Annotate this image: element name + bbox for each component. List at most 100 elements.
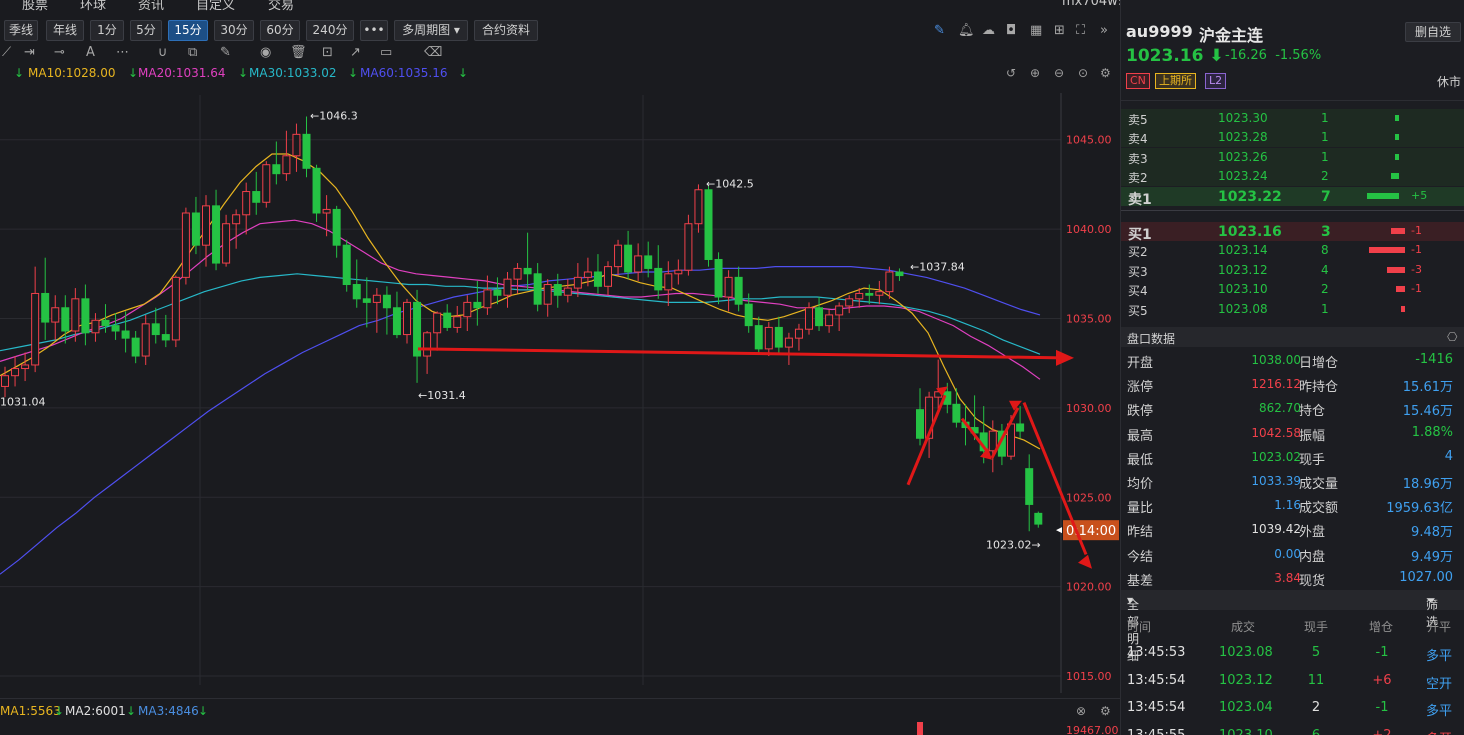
arrow-down-icon: ↓ [198, 704, 209, 718]
trade-row[interactable]: 13:45:53 1023.08 5 -1 多平 [1121, 640, 1464, 667]
bell-icon[interactable]: 🔔︎ [958, 24, 975, 38]
candle-body [1, 375, 9, 387]
bid-row[interactable]: 买5 1023.08 1 [1121, 300, 1464, 319]
menu-global[interactable]: 环球 [80, 0, 106, 12]
stat-value: 1023.02 [1251, 449, 1301, 464]
layout-icon[interactable]: ▦ [1030, 24, 1042, 38]
period-30m-button[interactable]: 30分 [214, 20, 254, 41]
ask-row[interactable]: 卖2 1023.24 2 [1121, 167, 1464, 187]
zoom-in-icon[interactable]: ⊕ [1030, 66, 1040, 80]
text-tool-icon[interactable]: A [86, 46, 95, 60]
candle-body [573, 276, 582, 289]
trades-title[interactable]: 全部明细 ▾ [1127, 593, 1139, 663]
period-year-button[interactable]: 年线 [46, 20, 84, 41]
bid-price: 1023.16 [1218, 224, 1282, 240]
settings-icon[interactable]: ⚙ [1100, 704, 1111, 718]
cloud-icon[interactable]: ☁ [982, 24, 995, 38]
y-axis-tick: 1020.00 [1066, 581, 1112, 594]
stat-label: 内盘 [1299, 549, 1326, 565]
ask-price: 1023.30 [1218, 111, 1268, 125]
candle-body [332, 208, 341, 246]
bid-row[interactable]: 买4 1023.10 2 -1 [1121, 280, 1464, 299]
candle-body [463, 301, 472, 318]
ask-volume: 1 [1321, 130, 1329, 145]
stat-label: 外盘 [1299, 525, 1326, 541]
candle-body [513, 267, 522, 280]
camera-icon[interactable]: ◘ [1006, 24, 1016, 38]
trash-icon[interactable]: 🗑︎ [290, 46, 307, 60]
bid-row[interactable]: 买1 1023.16 3 -1 [1121, 222, 1464, 243]
stat-row: 涨停 1216.12 昨持仓 15.61万 [1121, 373, 1464, 397]
multi-period-button[interactable]: 多周期图 ▾ [394, 20, 468, 41]
candle-body [855, 292, 864, 300]
ask-depth-bar [1395, 115, 1399, 121]
eraser-icon[interactable]: ⌫ [424, 46, 442, 60]
more-button[interactable]: ••• [360, 20, 388, 41]
menu-custom[interactable]: 自定义 [196, 0, 235, 12]
divider [1121, 100, 1464, 101]
period-15m-button[interactable]: 15分 [168, 20, 208, 41]
menu-stocks[interactable]: 股票 [22, 0, 48, 12]
trade-row[interactable]: 13:45:54 1023.12 11 +6 空开 [1121, 668, 1464, 695]
bid-row[interactable]: 买3 1023.12 4 -3 [1121, 261, 1464, 280]
candle-body [453, 316, 462, 328]
stat-value: 1042.58 [1251, 425, 1301, 440]
pen-icon[interactable]: ✎ [934, 24, 945, 38]
comment-icon[interactable]: ▭ [380, 46, 392, 60]
period-5m-button[interactable]: 5分 [130, 20, 162, 41]
period-season-button[interactable]: 季线 [4, 20, 38, 41]
undo-icon[interactable]: ↺ [1006, 66, 1016, 80]
trade-type: 多平 [1426, 649, 1453, 664]
stat-label: 日增仓 [1299, 356, 1339, 371]
edit-icon[interactable]: ✎ [220, 46, 231, 60]
ask-row[interactable]: 卖3 1023.26 1 [1121, 147, 1464, 167]
share-icon[interactable]: ↗ [350, 46, 361, 60]
fib-tool-icon[interactable]: ⊸ [54, 46, 65, 60]
more-tools-icon[interactable]: ⋯ [116, 46, 129, 60]
candle-body [212, 205, 221, 264]
grid-icon[interactable]: ⊞ [1054, 24, 1065, 38]
period-60m-button[interactable]: 60分 [260, 20, 300, 41]
ask-row[interactable]: 卖1 1023.22 7 +5 [1121, 186, 1464, 208]
user-name[interactable]: mx704w9vq19 [1062, 0, 1120, 9]
fullscreen-icon[interactable]: ⛶ [1076, 24, 1085, 38]
ask-row[interactable]: 卖4 1023.28 1 [1121, 128, 1464, 148]
kline-chart[interactable]: 1045.00 1040.00 1035.00 1030.00 1025.00 1020.… [0, 93, 1120, 693]
ray-tool-icon[interactable]: ⇥ [24, 46, 35, 60]
magnet-icon[interactable]: ∪ [158, 46, 168, 60]
copy-icon[interactable]: ⧉ [188, 46, 197, 60]
candle-body [372, 294, 381, 303]
trade-row[interactable]: 13:45:54 1023.04 2 -1 多平 [1121, 695, 1464, 722]
trade-row[interactable]: 13:45:55 1023.10 6 +2 多开 [1121, 723, 1464, 735]
period-1m-button[interactable]: 1分 [90, 20, 124, 41]
menu-news[interactable]: 资讯 [138, 0, 164, 12]
measure-icon[interactable]: ⊡ [322, 46, 333, 60]
settings-icon[interactable]: ⎔ [1447, 330, 1457, 344]
contract-info-button[interactable]: 合约资料 [474, 20, 538, 41]
eye-icon[interactable]: ◉ [260, 46, 271, 60]
candle-body [593, 271, 602, 287]
close-icon[interactable]: ⊗ [1076, 704, 1086, 718]
candle-body [51, 307, 60, 323]
zoom-out-icon[interactable]: ⊖ [1054, 66, 1064, 80]
market-status: 休市 [1437, 75, 1462, 89]
ask-price: 1023.28 [1218, 130, 1268, 145]
ask-change: +5 [1411, 188, 1428, 202]
period-240m-button[interactable]: 240分 [306, 20, 354, 41]
collapse-icon[interactable]: » [1100, 24, 1108, 38]
ask-price: 1023.26 [1218, 149, 1268, 164]
ask-row[interactable]: 卖5 1023.30 1 [1121, 109, 1464, 128]
remove-watchlist-button[interactable]: 删自选 [1405, 22, 1461, 42]
candle-body [423, 332, 432, 357]
menu-trade[interactable]: 交易 [268, 0, 294, 12]
settings-icon[interactable]: ⚙ [1100, 66, 1111, 80]
candle-body [312, 167, 321, 214]
stat-value: 1.16 [1274, 498, 1301, 513]
reset-icon[interactable]: ⊙ [1078, 66, 1088, 80]
stat-label: 最高 [1127, 428, 1154, 444]
candle-body [875, 291, 884, 296]
bid-row[interactable]: 买2 1023.14 8 -1 [1121, 241, 1464, 260]
filter-button[interactable]: 筛选 ⏷ [1426, 593, 1438, 629]
line-tool-icon[interactable]: ⟋ [2, 46, 11, 60]
vol-ma1-label: MA1:5563 [0, 704, 61, 718]
